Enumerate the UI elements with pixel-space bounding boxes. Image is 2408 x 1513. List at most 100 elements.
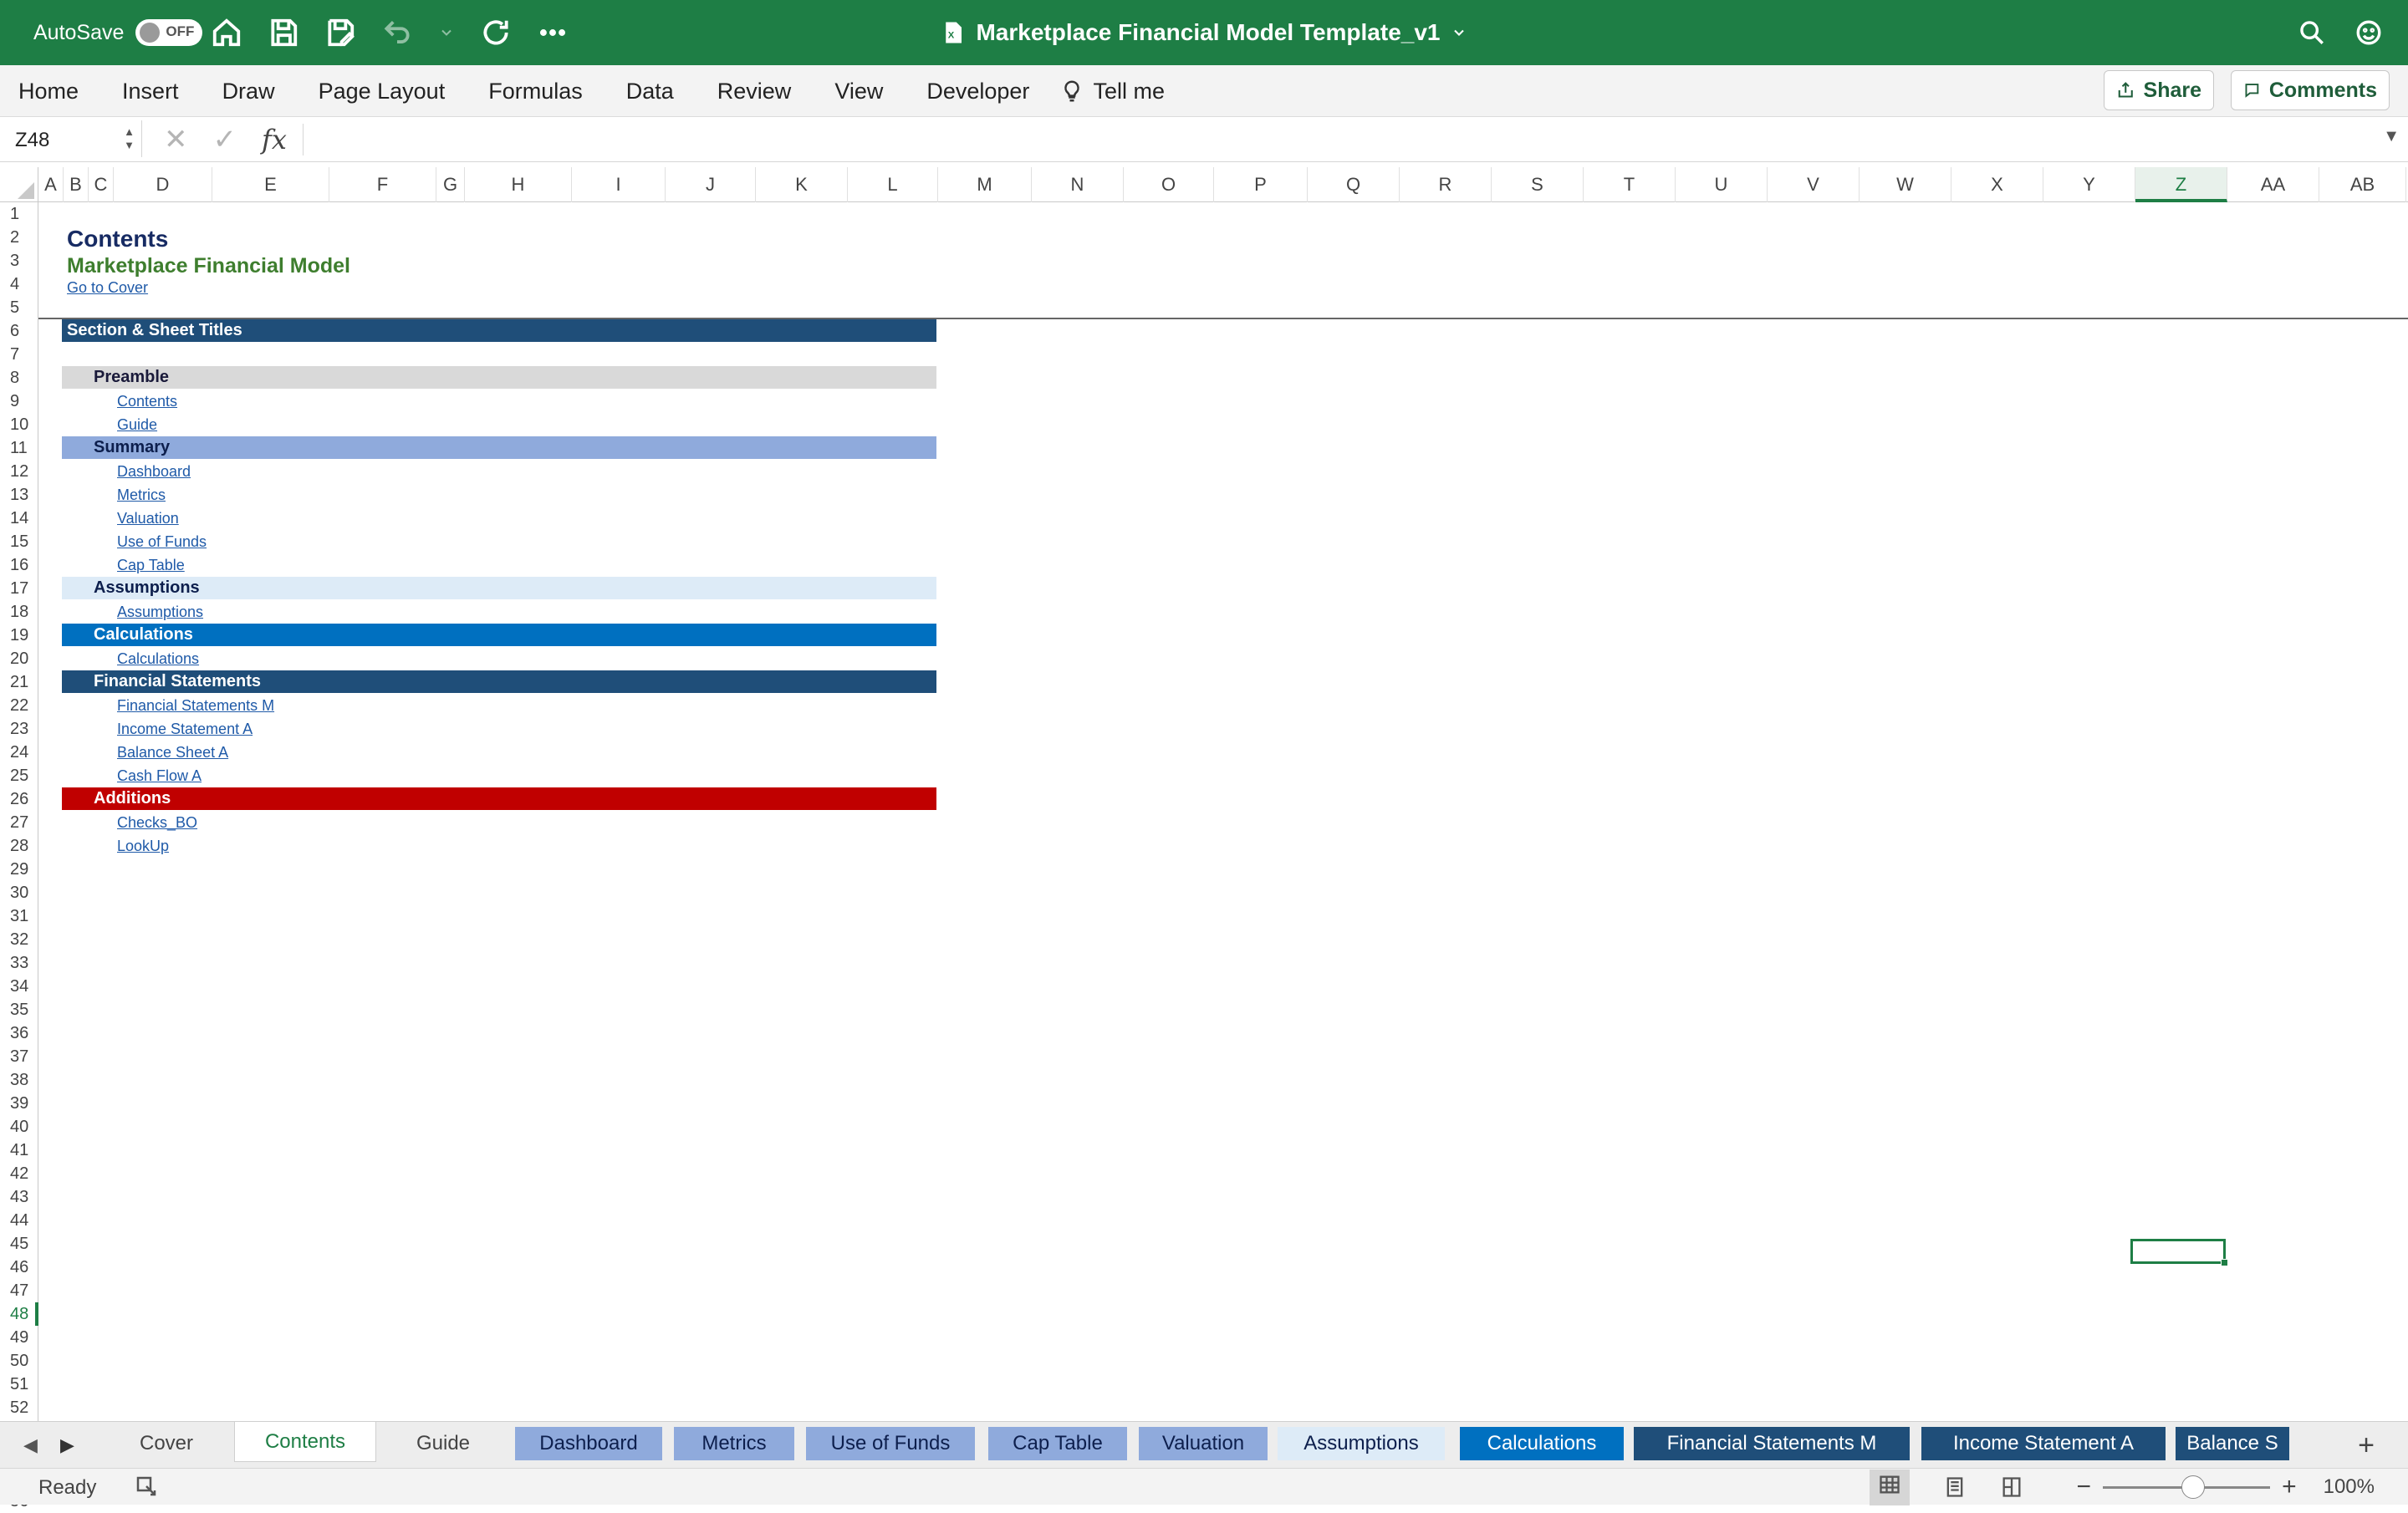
column-header-i[interactable]: I bbox=[572, 167, 666, 202]
row-header-10[interactable]: 10 bbox=[0, 413, 38, 436]
sheet-tab-cap-table[interactable]: Cap Table bbox=[988, 1427, 1127, 1460]
tab-review[interactable]: Review bbox=[717, 79, 792, 104]
go-to-cover-link[interactable]: Go to Cover bbox=[67, 279, 148, 297]
next-sheet-icon[interactable]: ▶ bbox=[60, 1422, 74, 1469]
row-header-20[interactable]: 20 bbox=[0, 647, 38, 670]
row-header-37[interactable]: 37 bbox=[0, 1045, 38, 1068]
column-header-m[interactable]: M bbox=[938, 167, 1032, 202]
name-box-stepper-icon[interactable]: ▲ ▼ bbox=[124, 125, 135, 152]
sheet-link-contents[interactable]: Contents bbox=[117, 393, 177, 410]
row-header-24[interactable]: 24 bbox=[0, 741, 38, 764]
row-header-50[interactable]: 50 bbox=[0, 1349, 38, 1373]
row-header-14[interactable]: 14 bbox=[0, 507, 38, 530]
row-header-51[interactable]: 51 bbox=[0, 1373, 38, 1396]
column-header-aa[interactable]: AA bbox=[2227, 167, 2319, 202]
row-header-3[interactable]: 3 bbox=[0, 249, 38, 273]
sheet-tab-assumptions[interactable]: Assumptions bbox=[1278, 1427, 1445, 1460]
formula-input[interactable] bbox=[311, 127, 2368, 152]
fill-handle[interactable] bbox=[2221, 1259, 2228, 1266]
page-break-view-icon[interactable] bbox=[2000, 1475, 2023, 1499]
column-header-k[interactable]: K bbox=[756, 167, 848, 202]
sheet-tab-financial-statements-m[interactable]: Financial Statements M bbox=[1634, 1427, 1910, 1460]
row-header-47[interactable]: 47 bbox=[0, 1279, 38, 1302]
row-header-52[interactable]: 52 bbox=[0, 1396, 38, 1419]
column-header-o[interactable]: O bbox=[1124, 167, 1214, 202]
column-header-c[interactable]: C bbox=[89, 167, 114, 202]
row-header-2[interactable]: 2 bbox=[0, 226, 38, 249]
sheet-link-valuation[interactable]: Valuation bbox=[117, 510, 179, 527]
row-header-8[interactable]: 8 bbox=[0, 366, 38, 390]
prev-sheet-icon[interactable]: ◀ bbox=[23, 1422, 38, 1469]
row-header-35[interactable]: 35 bbox=[0, 998, 38, 1021]
sheet-link-assumptions[interactable]: Assumptions bbox=[117, 604, 203, 621]
column-header-t[interactable]: T bbox=[1584, 167, 1676, 202]
row-header-28[interactable]: 28 bbox=[0, 834, 38, 858]
sheet-tab-dashboard[interactable]: Dashboard bbox=[515, 1427, 662, 1460]
zoom-in-icon[interactable]: + bbox=[2282, 1473, 2297, 1501]
row-header-29[interactable]: 29 bbox=[0, 858, 38, 881]
document-title[interactable]: X Marketplace Financial Model Template_v… bbox=[0, 0, 2408, 65]
row-header-27[interactable]: 27 bbox=[0, 811, 38, 834]
row-header-30[interactable]: 30 bbox=[0, 881, 38, 904]
column-header-n[interactable]: N bbox=[1032, 167, 1124, 202]
row-header-40[interactable]: 40 bbox=[0, 1115, 38, 1139]
tab-insert[interactable]: Insert bbox=[122, 79, 179, 104]
row-header-19[interactable]: 19 bbox=[0, 624, 38, 647]
column-header-r[interactable]: R bbox=[1400, 167, 1492, 202]
row-header-39[interactable]: 39 bbox=[0, 1092, 38, 1115]
column-header-h[interactable]: H bbox=[465, 167, 572, 202]
tab-page-layout[interactable]: Page Layout bbox=[319, 79, 446, 104]
row-header-34[interactable]: 34 bbox=[0, 975, 38, 998]
row-header-33[interactable]: 33 bbox=[0, 951, 38, 975]
sheet-tab-cover[interactable]: Cover bbox=[104, 1427, 229, 1460]
tab-view[interactable]: View bbox=[834, 79, 883, 104]
sheet-link-financial-statements-m[interactable]: Financial Statements M bbox=[117, 697, 274, 715]
row-header-26[interactable]: 26 bbox=[0, 787, 38, 811]
row-header-16[interactable]: 16 bbox=[0, 553, 38, 577]
column-header-l[interactable]: L bbox=[848, 167, 938, 202]
row-header-44[interactable]: 44 bbox=[0, 1209, 38, 1232]
row-header-49[interactable]: 49 bbox=[0, 1326, 38, 1349]
smiley-icon[interactable] bbox=[2354, 18, 2383, 47]
tab-developer[interactable]: Developer bbox=[926, 79, 1029, 104]
sheet-tab-calculations[interactable]: Calculations bbox=[1460, 1427, 1624, 1460]
tab-draw[interactable]: Draw bbox=[222, 79, 275, 104]
column-header-g[interactable]: G bbox=[436, 167, 465, 202]
page-layout-view-icon[interactable] bbox=[1943, 1475, 1967, 1499]
column-header-f[interactable]: F bbox=[329, 167, 436, 202]
comments-button[interactable]: Comments bbox=[2231, 70, 2390, 110]
row-header-22[interactable]: 22 bbox=[0, 694, 38, 717]
row-header-31[interactable]: 31 bbox=[0, 904, 38, 928]
sheet-tab-contents[interactable]: Contents bbox=[234, 1422, 376, 1462]
sheet-link-cash-flow-a[interactable]: Cash Flow A bbox=[117, 767, 202, 785]
row-header-18[interactable]: 18 bbox=[0, 600, 38, 624]
row-header-7[interactable]: 7 bbox=[0, 343, 38, 366]
row-header-46[interactable]: 46 bbox=[0, 1256, 38, 1279]
column-header-q[interactable]: Q bbox=[1308, 167, 1400, 202]
sheet-link-dashboard[interactable]: Dashboard bbox=[117, 463, 191, 481]
column-header-d[interactable]: D bbox=[114, 167, 212, 202]
accessibility-icon[interactable] bbox=[134, 1474, 159, 1499]
zoom-slider-knob[interactable] bbox=[2181, 1475, 2206, 1499]
confirm-icon[interactable]: ✓ bbox=[213, 123, 237, 156]
select-all-corner[interactable] bbox=[0, 167, 38, 202]
column-header-b[interactable]: B bbox=[64, 167, 89, 202]
sheet-link-guide[interactable]: Guide bbox=[117, 416, 157, 434]
column-header-ab[interactable]: AB bbox=[2319, 167, 2406, 202]
row-header-15[interactable]: 15 bbox=[0, 530, 38, 553]
row-header-42[interactable]: 42 bbox=[0, 1162, 38, 1185]
column-header-p[interactable]: P bbox=[1214, 167, 1308, 202]
sheet-link-metrics[interactable]: Metrics bbox=[117, 487, 166, 504]
column-header-a[interactable]: A bbox=[38, 167, 64, 202]
row-header-41[interactable]: 41 bbox=[0, 1139, 38, 1162]
row-header-1[interactable]: 1 bbox=[0, 202, 38, 226]
column-header-u[interactable]: U bbox=[1676, 167, 1768, 202]
row-header-48[interactable]: 48 bbox=[0, 1302, 38, 1326]
cancel-icon[interactable]: ✕ bbox=[164, 123, 188, 156]
expand-formula-icon[interactable]: ▼ bbox=[2383, 127, 2400, 146]
search-icon[interactable] bbox=[2298, 18, 2326, 47]
row-header-12[interactable]: 12 bbox=[0, 460, 38, 483]
sheet-link-checks-bo[interactable]: Checks_BO bbox=[117, 814, 197, 832]
name-box[interactable]: Z48 ▲ ▼ bbox=[0, 120, 142, 157]
row-header-21[interactable]: 21 bbox=[0, 670, 38, 694]
